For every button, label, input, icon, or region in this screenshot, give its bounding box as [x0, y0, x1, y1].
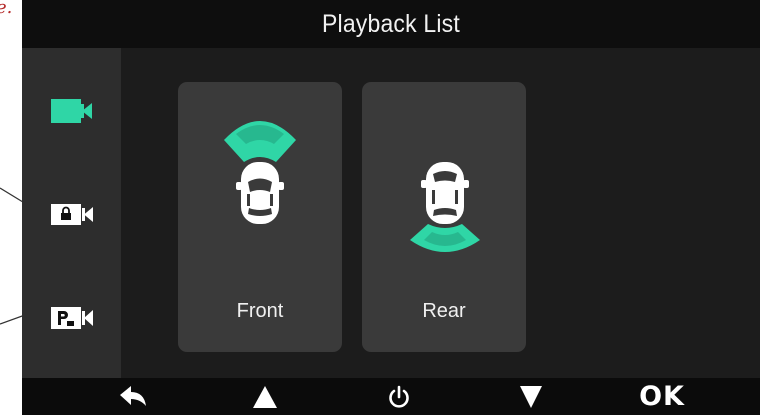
sidebar [22, 48, 121, 378]
back-button[interactable] [114, 378, 152, 415]
playback-main-area: Front Rear [121, 48, 760, 378]
title-bar: Playback List [22, 0, 760, 48]
parking-video-icon [51, 307, 93, 329]
page-title: Playback List [322, 9, 460, 38]
sidebar-item-parking-video[interactable] [22, 293, 121, 343]
power-icon [389, 385, 409, 408]
front-card-label: Front [236, 300, 284, 322]
dashcam-screen: Playback List Front Rear OK [22, 0, 760, 415]
up-button[interactable] [250, 378, 280, 415]
back-arrow-icon [120, 385, 146, 406]
rear-card-label: Rear [422, 300, 466, 322]
bottom-control-bar: OK [22, 378, 760, 415]
rear-camera-card[interactable]: Rear [362, 82, 526, 352]
locked-video-icon [51, 204, 93, 225]
power-button[interactable] [384, 378, 414, 415]
front-camera-card[interactable]: Front [178, 82, 342, 352]
down-button[interactable] [516, 378, 546, 415]
ok-icon: OK [639, 381, 685, 412]
sidebar-item-normal-video[interactable] [22, 86, 121, 136]
sidebar-item-locked-video[interactable] [22, 190, 121, 240]
down-triangle-icon [520, 385, 542, 408]
video-camera-icon [51, 99, 92, 123]
ok-button[interactable]: OK [634, 378, 690, 415]
up-triangle-icon [253, 385, 277, 408]
annotated-screenshot: e. Playback List [0, 0, 760, 415]
car-front-sensor-icon [224, 121, 296, 224]
car-rear-sensor-icon [410, 162, 480, 252]
